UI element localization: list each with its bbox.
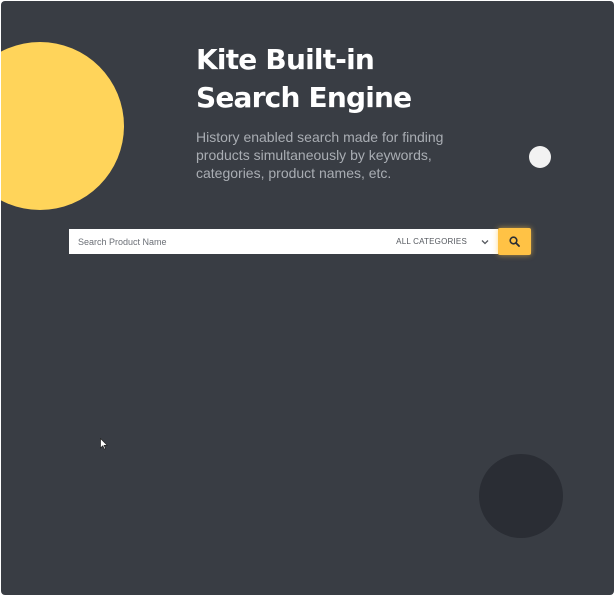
decorative-dark-circle <box>479 454 563 538</box>
mouse-cursor-icon <box>100 438 108 450</box>
search-input[interactable] <box>69 229 397 254</box>
decorative-yellow-circle <box>1 42 124 210</box>
title-line-2: Search Engine <box>196 81 412 114</box>
category-select-label: ALL CATEGORIES <box>396 237 467 246</box>
search-icon <box>509 236 520 247</box>
hero-panel: Kite Built-in Search Engine History enab… <box>1 1 614 595</box>
decorative-white-dot <box>529 146 551 168</box>
category-select[interactable]: ALL CATEGORIES <box>396 229 498 254</box>
search-button[interactable] <box>498 228 531 255</box>
page-subtitle: History enabled search made for finding … <box>196 129 444 181</box>
search-bar: ALL CATEGORIES <box>69 229 498 254</box>
page-title: Kite Built-in Search Engine <box>196 41 556 117</box>
chevron-down-icon <box>481 239 489 244</box>
title-line-1: Kite Built-in <box>196 43 375 76</box>
